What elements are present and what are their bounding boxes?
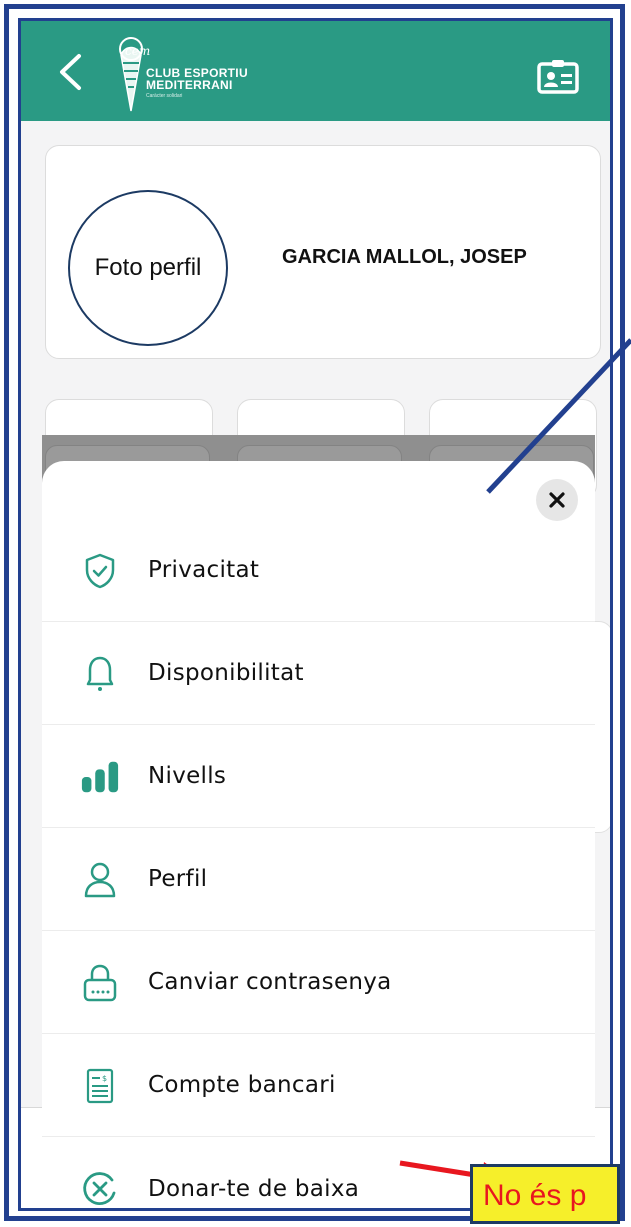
annotation-note: No és p: [470, 1164, 620, 1224]
annotation-arrows: [399, 338, 631, 1192]
pointer-line: [486, 338, 631, 494]
